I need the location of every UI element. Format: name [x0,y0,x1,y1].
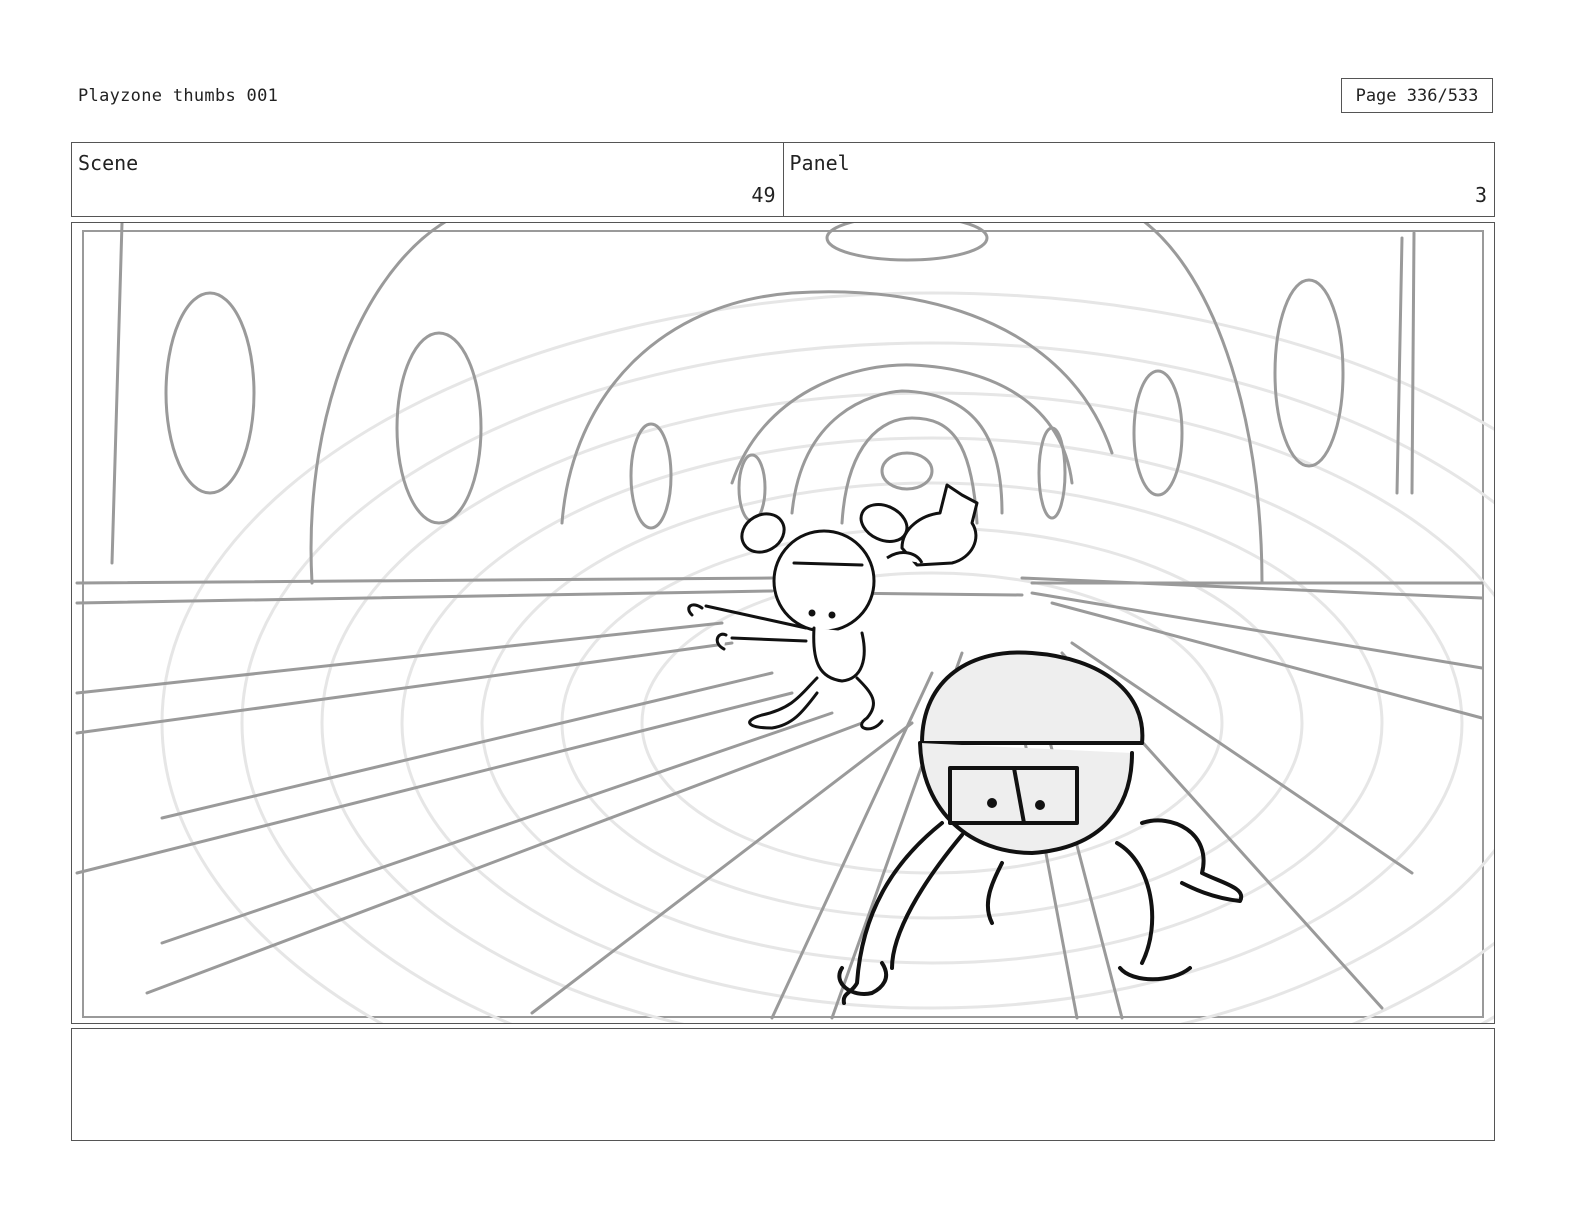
scene-number: 49 [751,183,776,207]
panel-label: Panel [789,151,850,175]
panel-cell: Panel 3 [782,143,1495,216]
page-indicator: Page 336/533 [1341,78,1493,113]
scene-panel-header: Scene 49 Panel 3 [71,142,1495,217]
scene-cell: Scene 49 [72,143,783,216]
document-title: Playzone thumbs 001 [78,86,279,106]
panel-notes [71,1028,1495,1141]
corridor-windows [164,278,1345,530]
storyboard-panel [71,222,1495,1024]
scene-label: Scene [78,151,139,175]
girl-character [687,503,909,731]
panel-number: 3 [1474,183,1487,207]
storyboard-sketch [75,223,1494,1023]
